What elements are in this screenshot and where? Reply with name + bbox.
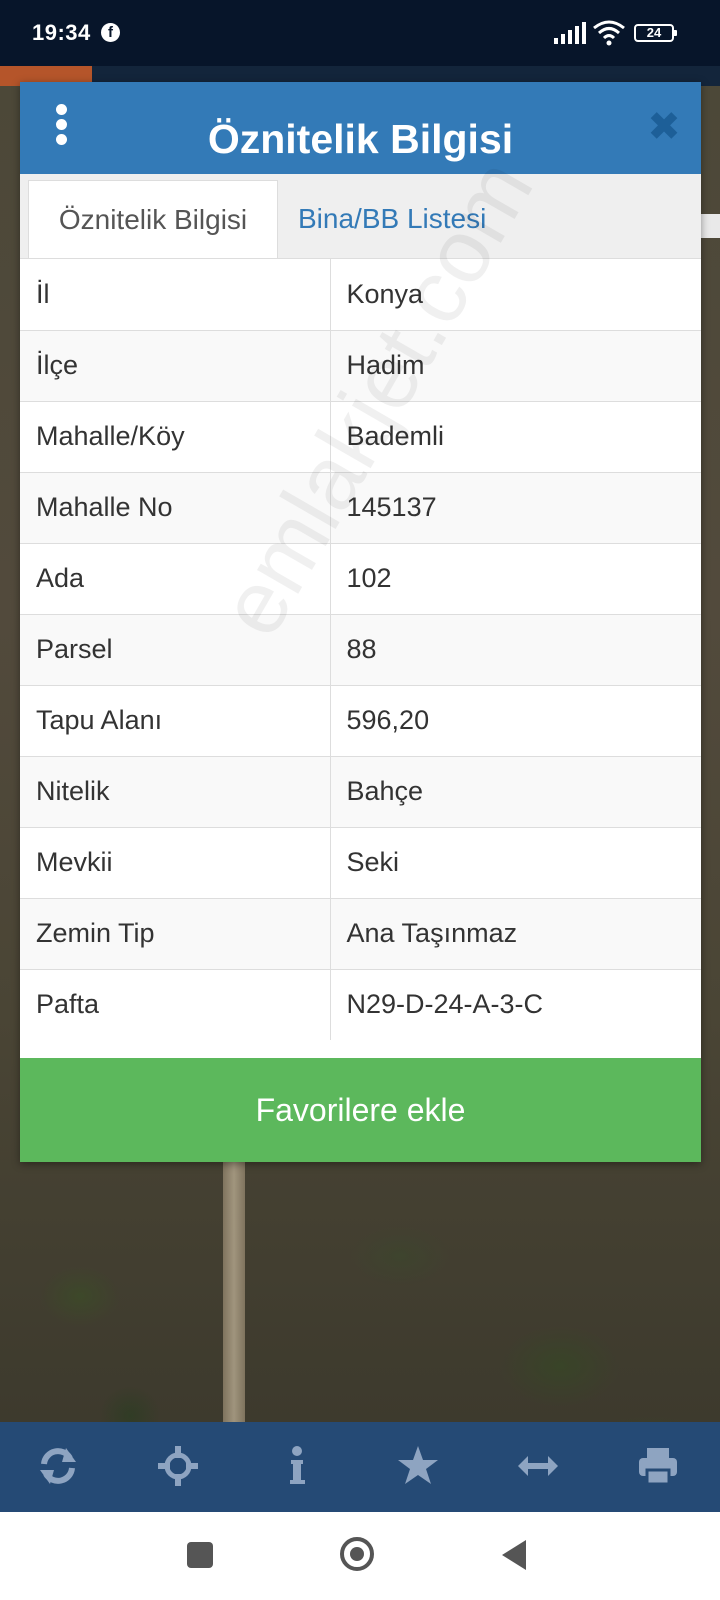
row-value: 88 (330, 613, 701, 685)
table-row: Pafta N29-D-24-A-3-C (20, 968, 701, 1040)
status-bar: 19:34 f 24 (0, 0, 720, 66)
add-favorite-button[interactable]: Favorilere ekle (20, 1058, 701, 1162)
map-side-control[interactable] (700, 214, 720, 238)
table-row: Zemin Tip Ana Taşınmaz (20, 897, 701, 969)
dialog-header: Öznitelik Bilgisi ✖ (20, 82, 701, 174)
crosshair-icon[interactable] (156, 1444, 200, 1488)
row-key: Tapu Alanı (20, 684, 331, 756)
star-icon[interactable] (396, 1444, 440, 1488)
row-key: Mevkii (20, 826, 331, 898)
row-key: Pafta (20, 968, 331, 1040)
print-icon[interactable] (636, 1444, 680, 1488)
close-icon[interactable]: ✖ (646, 107, 682, 147)
table-row: Mevkii Seki (20, 826, 701, 898)
attribute-info-dialog: Öznitelik Bilgisi ✖ Öznitelik Bilgisi Bi… (20, 82, 701, 1162)
recents-button[interactable] (187, 1542, 213, 1568)
row-value: 596,20 (330, 684, 701, 756)
signal-icon (554, 22, 586, 44)
row-key: İlçe (20, 329, 331, 401)
wifi-icon (593, 20, 625, 46)
table-row: Nitelik Bahçe (20, 755, 701, 827)
status-time: 19:34 (32, 20, 91, 45)
back-button[interactable] (502, 1540, 526, 1570)
refresh-icon[interactable] (36, 1444, 80, 1488)
row-value: Ana Taşınmaz (330, 897, 701, 969)
dialog-tabs: Öznitelik Bilgisi Bina/BB Listesi (20, 174, 701, 259)
battery-icon: 24 (634, 24, 677, 42)
row-key: Zemin Tip (20, 897, 331, 969)
dialog-title: Öznitelik Bilgisi (207, 116, 514, 162)
home-button[interactable] (340, 1537, 374, 1571)
table-row: Tapu Alanı 596,20 (20, 684, 701, 756)
info-icon[interactable] (276, 1444, 320, 1488)
row-value: Bahçe (330, 755, 701, 827)
table-row: İl Konya (20, 259, 701, 330)
facebook-icon: f (101, 23, 120, 42)
row-value: N29-D-24-A-3-C (330, 968, 701, 1040)
row-key: İl (20, 259, 331, 330)
table-row: Ada 102 (20, 542, 701, 614)
row-value: Seki (330, 826, 701, 898)
row-key: Nitelik (20, 755, 331, 827)
system-nav-bar (0, 1512, 720, 1600)
row-value: 102 (330, 542, 701, 614)
map-toolbar (0, 1422, 720, 1512)
table-row: Parsel 88 (20, 613, 701, 685)
arrows-horizontal-icon[interactable] (516, 1444, 560, 1488)
tab-attribute-info[interactable]: Öznitelik Bilgisi (28, 180, 278, 258)
